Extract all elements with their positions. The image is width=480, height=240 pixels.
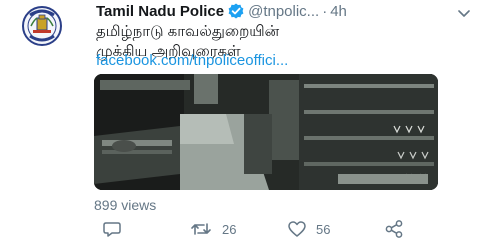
- tweet-text-line-1: தமிழ்நாடு காவல்துறையின்: [96, 23, 280, 40]
- like-button[interactable]: 56: [288, 220, 330, 238]
- tweet-header: Tamil Nadu Police @tnpolic... · 4h: [96, 2, 476, 24]
- share-button[interactable]: [385, 220, 403, 238]
- retweet-button[interactable]: 26: [190, 220, 236, 238]
- verified-badge-icon: [228, 3, 244, 19]
- action-bar: 26 56: [0, 216, 480, 240]
- reply-icon: [103, 222, 121, 237]
- retweet-count: 26: [222, 221, 237, 237]
- like-count: 56: [316, 221, 331, 237]
- account-name[interactable]: Tamil Nadu Police: [96, 3, 224, 20]
- chevron-down-icon[interactable]: [458, 6, 470, 17]
- view-count: 899 views: [94, 197, 157, 213]
- video-thumbnail[interactable]: [94, 74, 438, 190]
- heart-icon: [288, 221, 306, 237]
- separator-dot: ·: [322, 3, 328, 20]
- video-frame-illustration: [94, 74, 438, 190]
- share-icon: [385, 220, 403, 238]
- reply-button[interactable]: [103, 220, 121, 238]
- timestamp[interactable]: 4h: [330, 3, 347, 20]
- retweet-icon: [191, 223, 211, 235]
- tweet-link[interactable]: facebook.com/tnpoliceoffici...: [96, 51, 288, 71]
- avatar[interactable]: [22, 6, 62, 46]
- account-handle[interactable]: @tnpolic...: [248, 3, 319, 20]
